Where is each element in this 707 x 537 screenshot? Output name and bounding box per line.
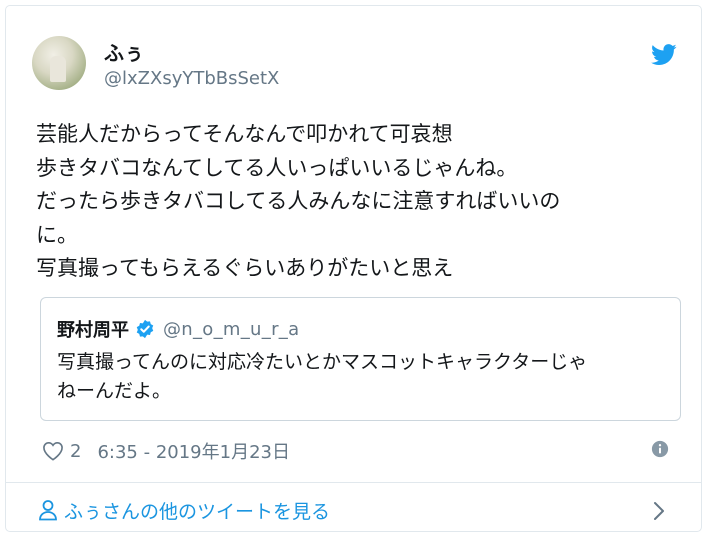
quoted-tweet-header: 野村周平 @n_o_m_u_r_a bbox=[57, 316, 299, 342]
info-icon[interactable] bbox=[651, 440, 669, 458]
tweet-meta: 2 6:35 - 2019年1月23日 bbox=[42, 437, 290, 465]
person-icon bbox=[39, 500, 57, 521]
heart-icon[interactable] bbox=[42, 441, 64, 461]
like-count[interactable]: 2 bbox=[70, 441, 81, 462]
more-tweets-label: ふぅさんの他のツイートを見る bbox=[64, 500, 331, 523]
user-display-name[interactable]: ふぅ bbox=[104, 37, 144, 66]
quoted-user-handle: @n_o_m_u_r_a bbox=[163, 318, 300, 340]
tweet-text: 芸能人だからってそんなんで叩かれて可哀想 歩きタバコなんてしてる人いっぱいいるじ… bbox=[36, 122, 561, 280]
embedded-tweet-card: ふぅ @lxZXsyYTbBsSetX 芸能人だからってそんなんで叩かれて可哀想… bbox=[5, 5, 702, 532]
avatar[interactable] bbox=[32, 36, 86, 90]
tweet-header: ふぅ @lxZXsyYTbBsSetX bbox=[32, 34, 681, 94]
quoted-user-name: 野村周平 bbox=[57, 320, 129, 341]
user-handle[interactable]: @lxZXsyYTbBsSetX bbox=[104, 68, 279, 89]
quoted-tweet-text: 写真撮ってんのに対応冷たいとかマスコットキャラクターじゃ ねーんだよ。 bbox=[57, 351, 588, 402]
chevron-right-icon[interactable] bbox=[653, 501, 665, 521]
tweet-timestamp[interactable]: 6:35 - 2019年1月23日 bbox=[97, 438, 290, 464]
verified-badge-icon bbox=[136, 319, 154, 339]
quoted-tweet[interactable]: 野村周平 @n_o_m_u_r_a 写真撮ってんのに対応冷たいとかマスコットキャ… bbox=[40, 297, 681, 421]
more-tweets-link[interactable]: ふぅさんの他のツイートを見る bbox=[38, 496, 330, 524]
twitter-logo-icon[interactable] bbox=[651, 44, 677, 66]
divider bbox=[6, 482, 701, 483]
